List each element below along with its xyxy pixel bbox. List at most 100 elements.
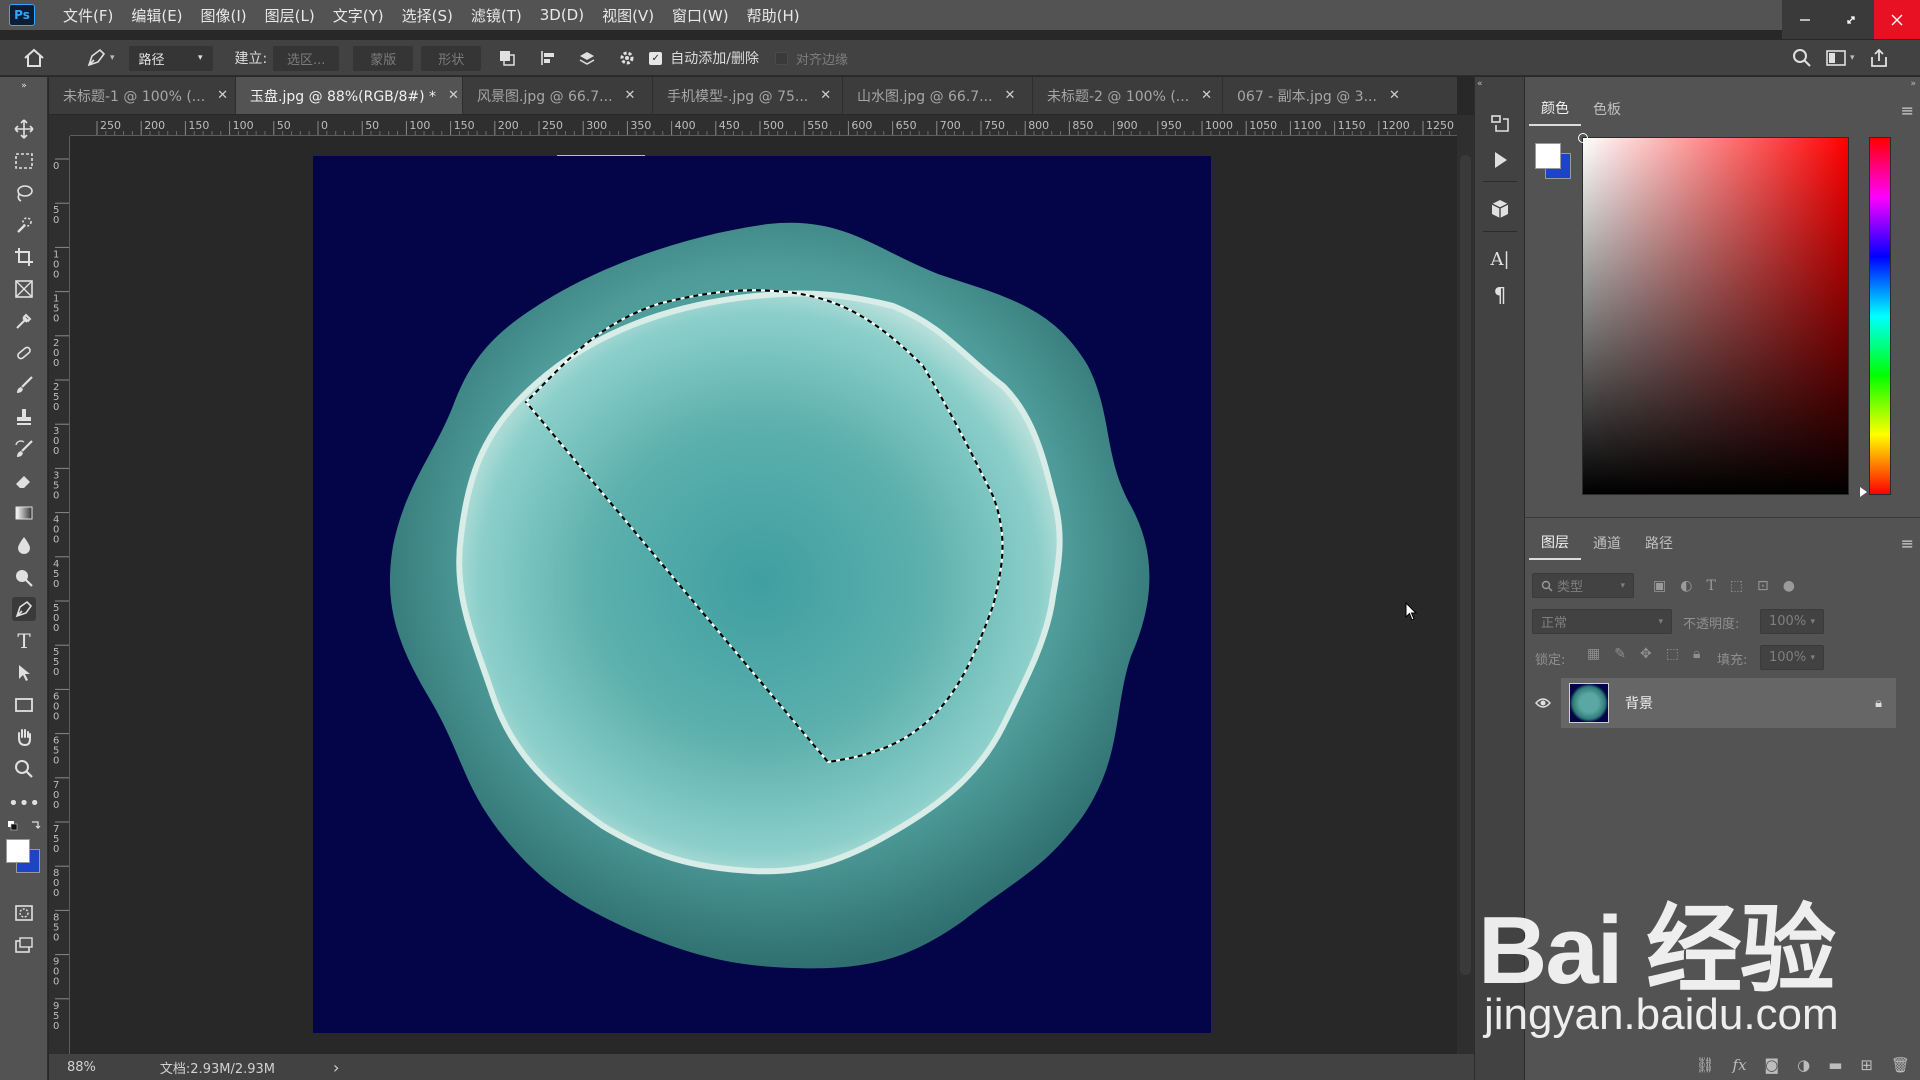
healing-brush-tool[interactable] bbox=[12, 341, 36, 365]
close-tab-icon[interactable]: ✕ bbox=[1201, 88, 1212, 103]
close-tab-icon[interactable]: ✕ bbox=[217, 88, 228, 103]
tab-channels[interactable]: 通道 bbox=[1581, 526, 1633, 560]
settings-button[interactable] bbox=[615, 46, 639, 70]
close-tab-icon[interactable]: ✕ bbox=[1389, 88, 1400, 103]
menu-help[interactable]: 帮助(H) bbox=[739, 5, 808, 26]
make-selection-button[interactable]: 选区... bbox=[273, 45, 340, 71]
layer-visibility-toggle[interactable] bbox=[1525, 678, 1561, 728]
close-tab-icon[interactable]: ✕ bbox=[625, 88, 636, 103]
menu-window[interactable]: 窗口(W) bbox=[664, 5, 737, 26]
menu-edit[interactable]: 编辑(E) bbox=[123, 5, 190, 26]
menu-image[interactable]: 图像(I) bbox=[193, 5, 255, 26]
tab-document-6[interactable]: 未标题-2 @ 100% (... ✕ bbox=[1033, 77, 1223, 114]
add-mask-icon[interactable]: ◙ bbox=[1765, 1056, 1780, 1074]
menu-filter[interactable]: 滤镜(T) bbox=[463, 5, 530, 26]
color-picker-field[interactable] bbox=[1578, 133, 1849, 495]
smart-object-filter-icon[interactable]: ⊡ bbox=[1757, 578, 1769, 594]
image-filter-icon[interactable]: ▣ bbox=[1653, 578, 1666, 594]
move-tool[interactable] bbox=[12, 117, 36, 141]
new-layer-icon[interactable]: ⊞ bbox=[1860, 1056, 1873, 1074]
adjustment-layer-icon[interactable]: ◑ bbox=[1797, 1056, 1810, 1074]
tab-document-7[interactable]: 067 - 副本.jpg @ 3... ✕ bbox=[1223, 77, 1413, 114]
menu-3d[interactable]: 3D(D) bbox=[532, 6, 592, 24]
align-edges-checkbox[interactable] bbox=[774, 51, 788, 65]
link-layers-icon[interactable]: ⛓ bbox=[1695, 1056, 1714, 1074]
hue-slider-handle[interactable] bbox=[1860, 487, 1867, 497]
fill-field[interactable]: 100% ▾ bbox=[1760, 645, 1824, 670]
paragraph-panel-button[interactable]: ¶ bbox=[1488, 283, 1512, 307]
clone-stamp-tool[interactable] bbox=[12, 405, 36, 429]
make-mask-button[interactable]: 蒙版 bbox=[353, 45, 414, 71]
blend-mode-select[interactable]: 正常 ▾ bbox=[1532, 609, 1672, 634]
menu-file[interactable]: 文件(F) bbox=[55, 5, 121, 26]
vertical-ruler[interactable]: 0 50 100 150 200 250 300 350 400 450 500 550 600 650 7… bbox=[49, 136, 70, 1054]
menu-layer[interactable]: 图层(L) bbox=[257, 5, 323, 26]
eraser-tool[interactable] bbox=[12, 469, 36, 493]
collapse-toolbar-icon[interactable]: » bbox=[12, 81, 36, 91]
close-tab-icon[interactable]: ✕ bbox=[820, 88, 831, 103]
foreground-color-swatch[interactable] bbox=[6, 839, 30, 863]
search-button[interactable] bbox=[1790, 46, 1814, 70]
pen-tool[interactable] bbox=[12, 597, 36, 621]
workspace-button[interactable] bbox=[1824, 46, 1848, 70]
brush-tool[interactable] bbox=[12, 373, 36, 397]
lock-brush-icon[interactable]: ✎ bbox=[1614, 646, 1626, 662]
adjustment-filter-icon[interactable]: ◐ bbox=[1680, 578, 1692, 594]
tab-document-2[interactable]: 玉盘.jpg @ 88%(RGB/8#) * ✕ bbox=[236, 77, 463, 114]
hue-slider[interactable] bbox=[1860, 137, 1891, 497]
type-tool[interactable]: T bbox=[12, 629, 36, 653]
layer-name[interactable]: 背景 bbox=[1625, 693, 1653, 713]
vertical-scrollbar[interactable] bbox=[1457, 115, 1474, 1054]
quick-selection-tool[interactable] bbox=[12, 213, 36, 237]
character-panel-button[interactable]: A| bbox=[1488, 247, 1512, 271]
blur-tool[interactable] bbox=[12, 533, 36, 557]
menu-select[interactable]: 选择(S) bbox=[394, 5, 461, 26]
close-tab-icon[interactable]: ✕ bbox=[1005, 88, 1016, 103]
shape-filter-icon[interactable]: ⬚ bbox=[1730, 578, 1743, 594]
lasso-tool[interactable] bbox=[12, 181, 36, 205]
history-panel-button[interactable] bbox=[1488, 112, 1512, 136]
marquee-tool[interactable] bbox=[12, 149, 36, 173]
tab-document-5[interactable]: 山水图.jpg @ 66.7... ✕ bbox=[843, 77, 1033, 114]
3d-panel-button[interactable] bbox=[1488, 197, 1512, 221]
lock-position-icon[interactable]: ✥ bbox=[1640, 646, 1652, 662]
make-shape-button[interactable]: 形状 bbox=[421, 45, 482, 71]
scrollbar-thumb[interactable] bbox=[1460, 155, 1471, 975]
tab-document-4[interactable]: 手机模型-.jpg @ 75... ✕ bbox=[653, 77, 843, 114]
ruler-origin[interactable] bbox=[49, 115, 70, 136]
hand-tool[interactable] bbox=[12, 725, 36, 749]
panel-foreground-swatch[interactable] bbox=[1535, 143, 1561, 169]
frame-tool[interactable] bbox=[12, 277, 36, 301]
pen-tool-preset-button[interactable] bbox=[84, 46, 108, 70]
layer-style-icon[interactable]: fx bbox=[1733, 1056, 1747, 1074]
tab-document-3[interactable]: 风景图.jpg @ 66.7... ✕ bbox=[463, 77, 653, 114]
close-tab-icon[interactable]: ✕ bbox=[448, 88, 459, 103]
horizontal-ruler[interactable]: 250 200 150 100 50 0 50 100 150 200 250 300 350 400 45… bbox=[70, 115, 1457, 136]
path-alignment-button[interactable] bbox=[537, 46, 561, 70]
tab-swatches[interactable]: 色板 bbox=[1581, 92, 1633, 126]
dodge-tool[interactable] bbox=[12, 565, 36, 589]
close-window-button[interactable] bbox=[1874, 0, 1920, 39]
collapse-strip-icon[interactable]: « bbox=[1477, 79, 1483, 89]
share-button[interactable] bbox=[1867, 46, 1891, 70]
menu-type[interactable]: 文字(Y) bbox=[325, 5, 392, 26]
lock-transparent-icon[interactable]: ▦ bbox=[1587, 646, 1600, 662]
crop-tool[interactable] bbox=[12, 245, 36, 269]
rectangle-tool[interactable] bbox=[12, 693, 36, 717]
lock-artboard-icon[interactable]: ⬚ bbox=[1666, 646, 1679, 662]
auto-add-delete-checkbox[interactable]: ✓ bbox=[649, 51, 663, 65]
layer-lock-icon[interactable]: 🔒︎ bbox=[1875, 696, 1882, 711]
history-brush-tool[interactable] bbox=[12, 437, 36, 461]
gradient-tool[interactable] bbox=[12, 501, 36, 525]
type-filter-icon[interactable]: T bbox=[1706, 578, 1715, 594]
screen-mode-button[interactable] bbox=[12, 933, 36, 957]
restore-button[interactable] bbox=[1828, 0, 1874, 39]
default-colors-button[interactable] bbox=[6, 819, 42, 833]
minimize-button[interactable] bbox=[1782, 0, 1828, 39]
tab-document-1[interactable]: 未标题-1 @ 100% (... ✕ bbox=[49, 77, 236, 114]
delete-layer-icon[interactable]: 🗑︎ bbox=[1891, 1056, 1910, 1074]
layer-filter-kind[interactable]: 类型 ▾ bbox=[1532, 573, 1634, 598]
eyedropper-tool[interactable] bbox=[12, 309, 36, 333]
tab-layers[interactable]: 图层 bbox=[1529, 526, 1581, 560]
zoom-tool[interactable] bbox=[12, 757, 36, 781]
